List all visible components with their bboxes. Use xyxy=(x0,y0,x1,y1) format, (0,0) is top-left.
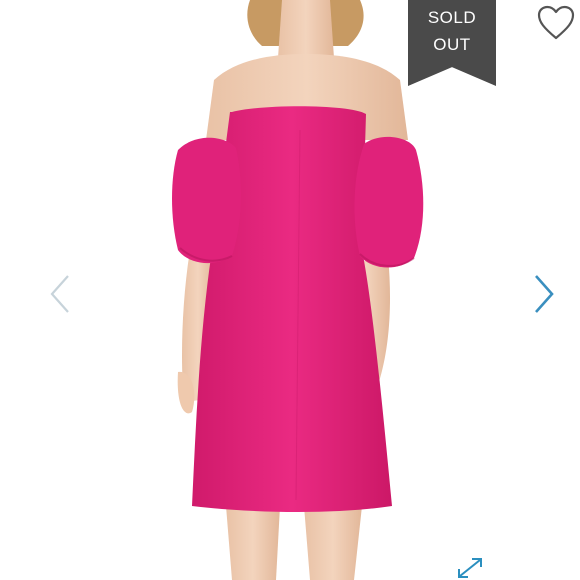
product-image-carousel: SOLD OUT xyxy=(0,0,580,580)
chevron-left-icon[interactable] xyxy=(48,272,72,316)
heart-icon[interactable] xyxy=(536,4,576,42)
product-photo xyxy=(172,0,424,580)
expand-icon[interactable] xyxy=(456,556,484,580)
sold-out-badge-line1: SOLD xyxy=(427,8,477,27)
sold-out-badge-line2: OUT xyxy=(433,35,471,54)
chevron-right-icon[interactable] xyxy=(532,272,556,316)
